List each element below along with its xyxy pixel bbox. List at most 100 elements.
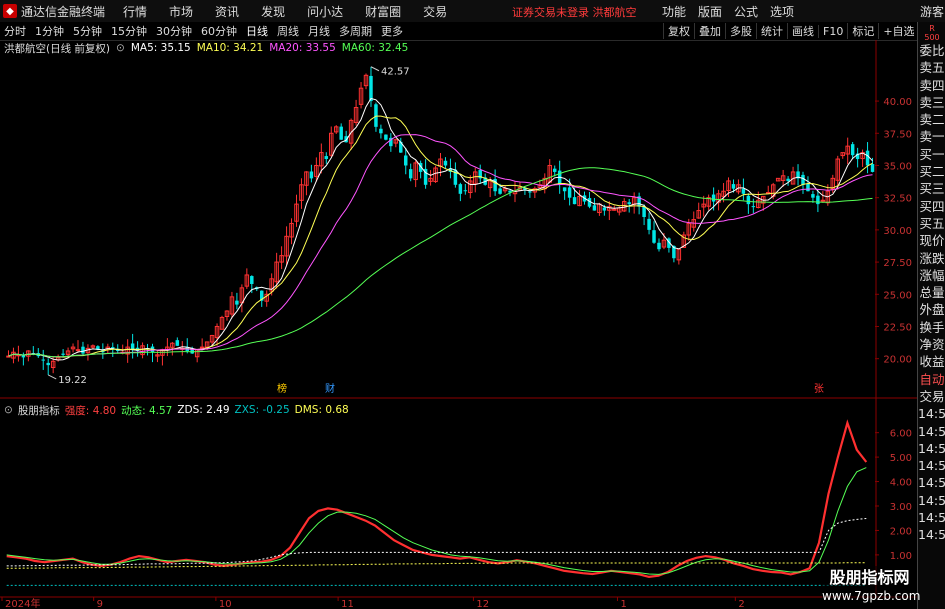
y-tick-label: 37.50 bbox=[883, 129, 912, 140]
side-panel-item: 委比 bbox=[919, 43, 945, 58]
candle-body bbox=[806, 183, 810, 192]
candle-body bbox=[374, 104, 378, 127]
candle-body bbox=[746, 195, 751, 205]
ma-line-ma5 bbox=[8, 97, 873, 361]
side-top-500: 500 bbox=[924, 33, 940, 42]
candle-body bbox=[562, 187, 567, 192]
side-top-r: R bbox=[929, 24, 935, 33]
candle-body bbox=[46, 362, 50, 366]
candle-body bbox=[443, 160, 448, 166]
indicator-y-tick-label: 4.00 bbox=[890, 478, 912, 489]
candle-body bbox=[811, 194, 815, 198]
strength-label: 强度: 4.80 bbox=[64, 404, 117, 417]
candle-body bbox=[612, 208, 617, 211]
x-tick-label: 11 bbox=[341, 599, 354, 609]
watermark-url: www.7gpzb.com bbox=[822, 589, 921, 603]
indicator-y-tick-label: 3.00 bbox=[890, 502, 912, 513]
side-panel-item: 卖三 bbox=[919, 94, 945, 110]
indicator-legend: ⊙ 股朋指标 强度: 4.80 动态: 4.57 ZDS: 2.49 ZXS: … bbox=[0, 403, 354, 417]
ma5-label: MA5: 35.15 bbox=[130, 42, 191, 54]
candle-body bbox=[642, 206, 646, 217]
x-tick-label: 9 bbox=[97, 599, 103, 609]
side-panel-item: 14:56 bbox=[918, 475, 945, 491]
indicator-line-1 bbox=[6, 467, 867, 575]
x-tick-label: 12 bbox=[476, 599, 489, 609]
side-panel-item: 14:56 bbox=[918, 406, 945, 422]
candle-body bbox=[250, 276, 254, 284]
ma-line-ma60 bbox=[8, 167, 873, 358]
ma-line-ma10 bbox=[8, 115, 873, 358]
candle-body bbox=[786, 178, 790, 181]
side-panel-item: 收益 bbox=[919, 354, 945, 370]
x-tick-label: 2024年 bbox=[5, 597, 40, 609]
candle-body bbox=[324, 156, 329, 160]
indicator-title: 股朋指标 bbox=[17, 404, 60, 417]
candle-body bbox=[820, 199, 826, 202]
indicator-y-tick-label: 5.00 bbox=[890, 453, 912, 464]
candle-body bbox=[21, 355, 26, 358]
candle-body bbox=[309, 171, 314, 179]
high-pointer bbox=[370, 66, 380, 72]
candle-body bbox=[657, 242, 661, 250]
candle-body bbox=[652, 230, 656, 243]
candle-body bbox=[731, 184, 736, 189]
dynamic-label: 动态: 4.57 bbox=[121, 404, 173, 417]
candle-body bbox=[81, 346, 85, 354]
indicator-y-tick-label: 2.00 bbox=[890, 526, 912, 537]
candle-body bbox=[6, 355, 11, 358]
candle-body bbox=[602, 207, 607, 211]
side-panel-item: 买一 bbox=[919, 146, 945, 162]
candle-body bbox=[751, 206, 756, 208]
indicator-line-2 bbox=[6, 518, 867, 567]
chart-canvas[interactable]: 40.0037.5035.0032.5030.0027.5025.0022.50… bbox=[0, 0, 945, 609]
event-marker: 榜 bbox=[277, 382, 287, 395]
ma20-label: MA20: 33.55 bbox=[269, 42, 336, 54]
settings-icon[interactable]: ⊙ bbox=[116, 42, 125, 54]
quote-side-panel: R 500 委比 卖五 卖四 卖三 卖二 卖一 买一 买二 买三 买四 买五 现价 涨跌 涨幅 总量 外盘 换手… bbox=[917, 22, 945, 609]
side-panel-item: 涨幅 bbox=[919, 267, 945, 283]
x-tick-label: 1 bbox=[620, 599, 626, 609]
side-panel-item[interactable]: 交易 bbox=[918, 388, 945, 405]
side-panel-item: 总量 bbox=[919, 285, 945, 301]
candle-body bbox=[741, 188, 746, 194]
side-panel-item: 净资 bbox=[919, 337, 945, 353]
event-marker: 张 bbox=[814, 383, 824, 395]
ma10-label: MA10: 34.21 bbox=[196, 42, 264, 54]
candle-body bbox=[850, 144, 855, 156]
candle-body bbox=[567, 187, 572, 198]
side-panel-item: 买三 bbox=[919, 181, 945, 197]
low-price-label: 19.22 bbox=[58, 375, 87, 386]
low-pointer bbox=[47, 374, 57, 380]
side-panel-item: 14:56 bbox=[918, 527, 945, 543]
candle-body bbox=[458, 184, 463, 194]
candle-body bbox=[41, 359, 45, 361]
dms-label: DMS: 0.68 bbox=[294, 404, 349, 416]
candle-body bbox=[865, 150, 870, 166]
side-panel-item: 外盘 bbox=[919, 302, 945, 318]
watermark: 股朋指标网 www.7gpzb.com bbox=[822, 566, 921, 609]
side-panel-list: 委比 卖五 卖四 卖三 卖二 卖一 买一 买二 买三 买四 买五 现价 涨跌 涨幅 总量 外盘 换手 净资 收益 自动… bbox=[918, 42, 945, 544]
side-panel-item[interactable]: 自动 bbox=[918, 371, 945, 388]
candle-body bbox=[379, 128, 383, 134]
candle-body bbox=[528, 191, 532, 193]
candle-body bbox=[816, 195, 820, 205]
candle-body bbox=[801, 174, 805, 185]
candle-body bbox=[175, 340, 180, 346]
side-panel-item: 涨跌 bbox=[919, 250, 945, 266]
side-panel-item: 现价 bbox=[919, 233, 945, 249]
side-panel-item: 卖四 bbox=[919, 77, 945, 93]
candle-body bbox=[647, 218, 651, 230]
candle-body bbox=[408, 169, 413, 179]
candle-body bbox=[870, 164, 875, 172]
side-panel-item: 14:56 bbox=[918, 458, 945, 474]
indicator-settings-icon[interactable]: ⊙ bbox=[4, 404, 13, 416]
candle-body bbox=[75, 349, 81, 352]
zxs-label: ZXS: -0.25 bbox=[234, 404, 290, 416]
candle-body bbox=[592, 205, 597, 211]
indicator-y-tick-label: 6.00 bbox=[890, 429, 912, 440]
event-marker: 财 bbox=[325, 382, 335, 395]
candle-body bbox=[552, 168, 557, 172]
y-tick-label: 25.00 bbox=[883, 290, 912, 301]
ma60-label: MA60: 32.45 bbox=[341, 42, 409, 54]
candle-body bbox=[199, 346, 205, 349]
